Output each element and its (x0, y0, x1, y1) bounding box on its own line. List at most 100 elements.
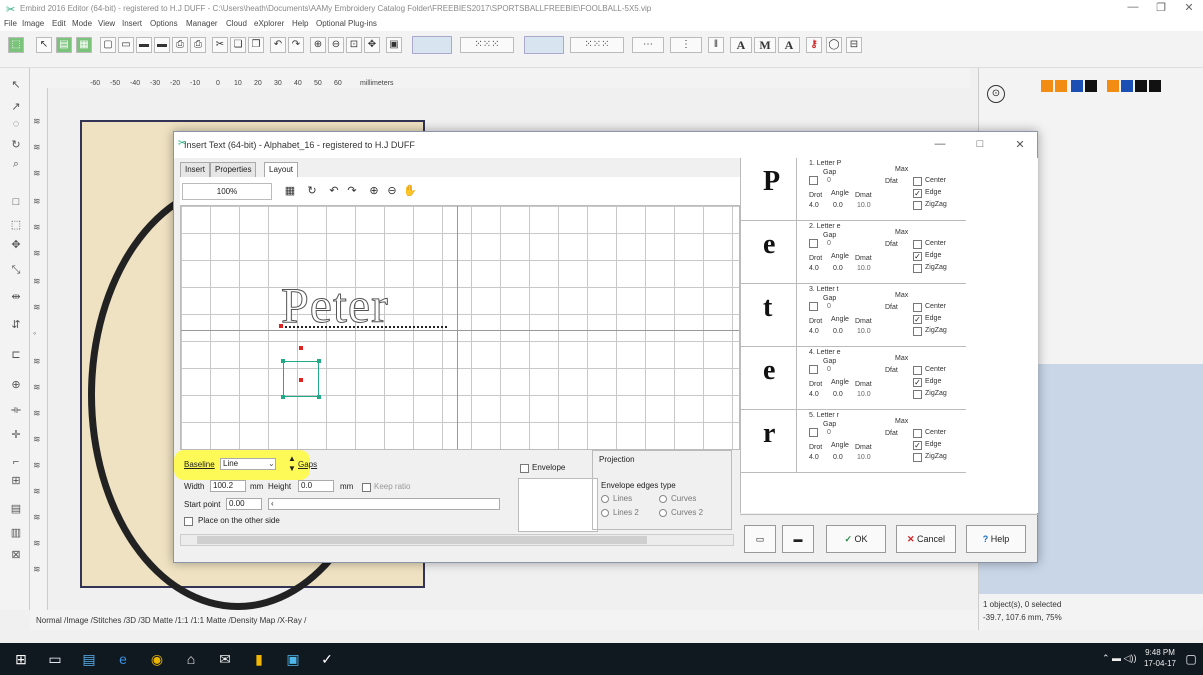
new-file-icon[interactable]: ▢ (100, 37, 116, 53)
align-left-icon[interactable]: ⊏ (8, 348, 24, 364)
columns-icon[interactable]: ‖ (708, 37, 724, 53)
scale-tool-icon[interactable]: ⤡ (8, 264, 24, 280)
edge-curves2-radio[interactable] (659, 509, 667, 517)
color-picker-icon[interactable]: ⊙ (987, 85, 1005, 103)
layout-grid[interactable]: Peter (180, 205, 740, 450)
menu-edit[interactable]: Edit (52, 19, 66, 28)
rotation-handle[interactable] (299, 346, 303, 350)
dots-pattern-1[interactable]: ⁙⁙⁙ (460, 37, 514, 53)
break-icon[interactable]: ⌐ (8, 456, 24, 472)
color-swatch-orange[interactable] (1107, 80, 1119, 92)
dmat-value[interactable]: 10.0 (857, 454, 871, 461)
letter-lock-checkbox[interactable] (809, 239, 818, 248)
drot-value[interactable]: 4.0 (809, 202, 819, 209)
start-point-slider[interactable]: ‹ (268, 498, 500, 510)
scrollbar-thumb[interactable] (197, 536, 647, 544)
height-field[interactable]: 0.0 (298, 480, 334, 492)
zoom-out-icon[interactable]: ⊖ (384, 183, 400, 199)
color-swatch-orange[interactable] (1055, 80, 1067, 92)
drot-value[interactable]: 4.0 (809, 391, 819, 398)
spin-down-icon[interactable]: ▼ (288, 464, 296, 473)
zigzag-checkbox[interactable] (913, 201, 922, 210)
center-checkbox[interactable] (913, 366, 922, 375)
zoom-pan-icon[interactable]: ✥ (364, 37, 380, 53)
zigzag-checkbox[interactable] (913, 327, 922, 336)
distribute-icon[interactable]: ⋮ (670, 37, 702, 53)
view-tab-list[interactable]: Normal /Image /Stitches /3D /3D Matte /1… (36, 616, 306, 625)
text-a2-icon[interactable]: A (778, 37, 800, 53)
zoom-in-icon[interactable]: ⊕ (310, 37, 326, 53)
dots-pattern-2[interactable]: ⁙⁙⁙ (570, 37, 624, 53)
open-icon[interactable]: ▭ (744, 525, 776, 553)
drot-value[interactable]: 4.0 (809, 265, 819, 272)
menu-explorer[interactable]: eXplorer (254, 19, 284, 28)
select-tool-icon[interactable]: ⬚ (8, 37, 24, 53)
tray-clock[interactable]: 9:48 PM 17-04-17 (1140, 647, 1180, 669)
gap-value[interactable]: 0 (827, 429, 831, 436)
grid-icon[interactable]: ▣ (386, 37, 402, 53)
angle-value[interactable]: 0.0 (833, 391, 843, 398)
color-box-1[interactable] (412, 36, 452, 54)
print-icon[interactable]: ⎙ (172, 37, 188, 53)
dmat-value[interactable]: 10.0 (857, 202, 871, 209)
resize-handle[interactable] (281, 395, 285, 399)
color-swatch-blue[interactable] (1071, 80, 1083, 92)
store-icon[interactable]: ⌂ (182, 650, 200, 668)
windows-start-icon[interactable]: ⊞ (12, 650, 30, 668)
color-swatch-blue[interactable] (1121, 80, 1133, 92)
chevron-down-icon[interactable]: ⌄ (268, 459, 275, 468)
close-button[interactable]: ✕ (1176, 1, 1202, 17)
rotate-tool-icon[interactable]: ↻ (8, 138, 24, 154)
pointer-tool-icon[interactable]: ↖ (36, 37, 52, 53)
photos-icon[interactable]: ▣ (284, 650, 302, 668)
menu-plugins[interactable]: Optional Plug-ins (316, 19, 377, 28)
letter-row[interactable]: e 4. Letter e Gap 0 Max Dfat Center Drot… (741, 347, 966, 410)
drot-value[interactable]: 4.0 (809, 328, 819, 335)
minimize-button[interactable]: — (1120, 1, 1146, 17)
stitch-edit-icon[interactable]: ⊞ (8, 474, 24, 490)
resize-handle[interactable] (281, 359, 285, 363)
edge-checkbox[interactable]: ✓ (913, 252, 922, 261)
move-tool-icon[interactable]: ✥ (8, 238, 24, 254)
spin-up-icon[interactable]: ▲ (288, 454, 296, 463)
color-swatch-black[interactable] (1085, 80, 1097, 92)
edge-checkbox[interactable]: ✓ (913, 189, 922, 198)
tab-layout[interactable]: Layout (264, 162, 299, 177)
drot-value[interactable]: 4.0 (809, 454, 819, 461)
align-icon[interactable]: ⋯ (632, 37, 664, 53)
key-icon[interactable]: ⚷ (806, 37, 822, 53)
gap-value[interactable]: 0 (827, 303, 831, 310)
zoom-in-icon[interactable]: ⊕ (366, 183, 382, 199)
pan-icon[interactable]: ✋ (402, 183, 418, 199)
undo-icon[interactable]: ↶ (326, 183, 342, 199)
dialog-minimize-button[interactable]: — (930, 138, 950, 152)
color-swatch-black[interactable] (1135, 80, 1147, 92)
notification-icon[interactable]: ▢ (1182, 650, 1200, 668)
center-icon[interactable]: ⊕ (8, 378, 24, 394)
edge-checkbox[interactable]: ✓ (913, 441, 922, 450)
magnify-tool-icon[interactable]: ⌕ (8, 158, 24, 174)
paste-icon[interactable]: ❐ (248, 37, 264, 53)
cut-icon[interactable]: ✂ (212, 37, 228, 53)
edge-lines-radio[interactable] (601, 495, 609, 503)
lasso-tool-icon[interactable]: ◌ (8, 118, 24, 134)
marquee-tool-icon[interactable]: ⬚ (8, 218, 24, 234)
baseline-handle[interactable] (279, 324, 283, 328)
menu-view[interactable]: View (98, 19, 115, 28)
zigzag-checkbox[interactable] (913, 453, 922, 462)
letter-lock-checkbox[interactable] (809, 302, 818, 311)
chrome-icon[interactable]: ◉ (148, 650, 166, 668)
letter-row[interactable]: t 3. Letter t Gap 0 Max Dfat Center Drot… (741, 284, 966, 347)
ok-button[interactable]: ✓ OK (826, 525, 886, 553)
mirror-v-icon[interactable]: ⇵ (8, 318, 24, 334)
color-box-2[interactable] (524, 36, 564, 54)
place-other-side-checkbox[interactable] (184, 517, 193, 526)
arrow-tool-icon[interactable]: ↖ (8, 78, 24, 94)
start-point-field[interactable]: 0.00 (226, 498, 262, 510)
zoom-level[interactable]: 100% (182, 183, 272, 200)
task-view-icon[interactable]: ▭ (46, 650, 64, 668)
letter-row[interactable]: P 1. Letter P Gap 0 Max Dfat Center Drot… (741, 158, 966, 221)
save-file-icon[interactable]: ▬ (136, 37, 152, 53)
angle-value[interactable]: 0.0 (833, 454, 843, 461)
text-monogram-icon[interactable]: M (754, 37, 776, 53)
